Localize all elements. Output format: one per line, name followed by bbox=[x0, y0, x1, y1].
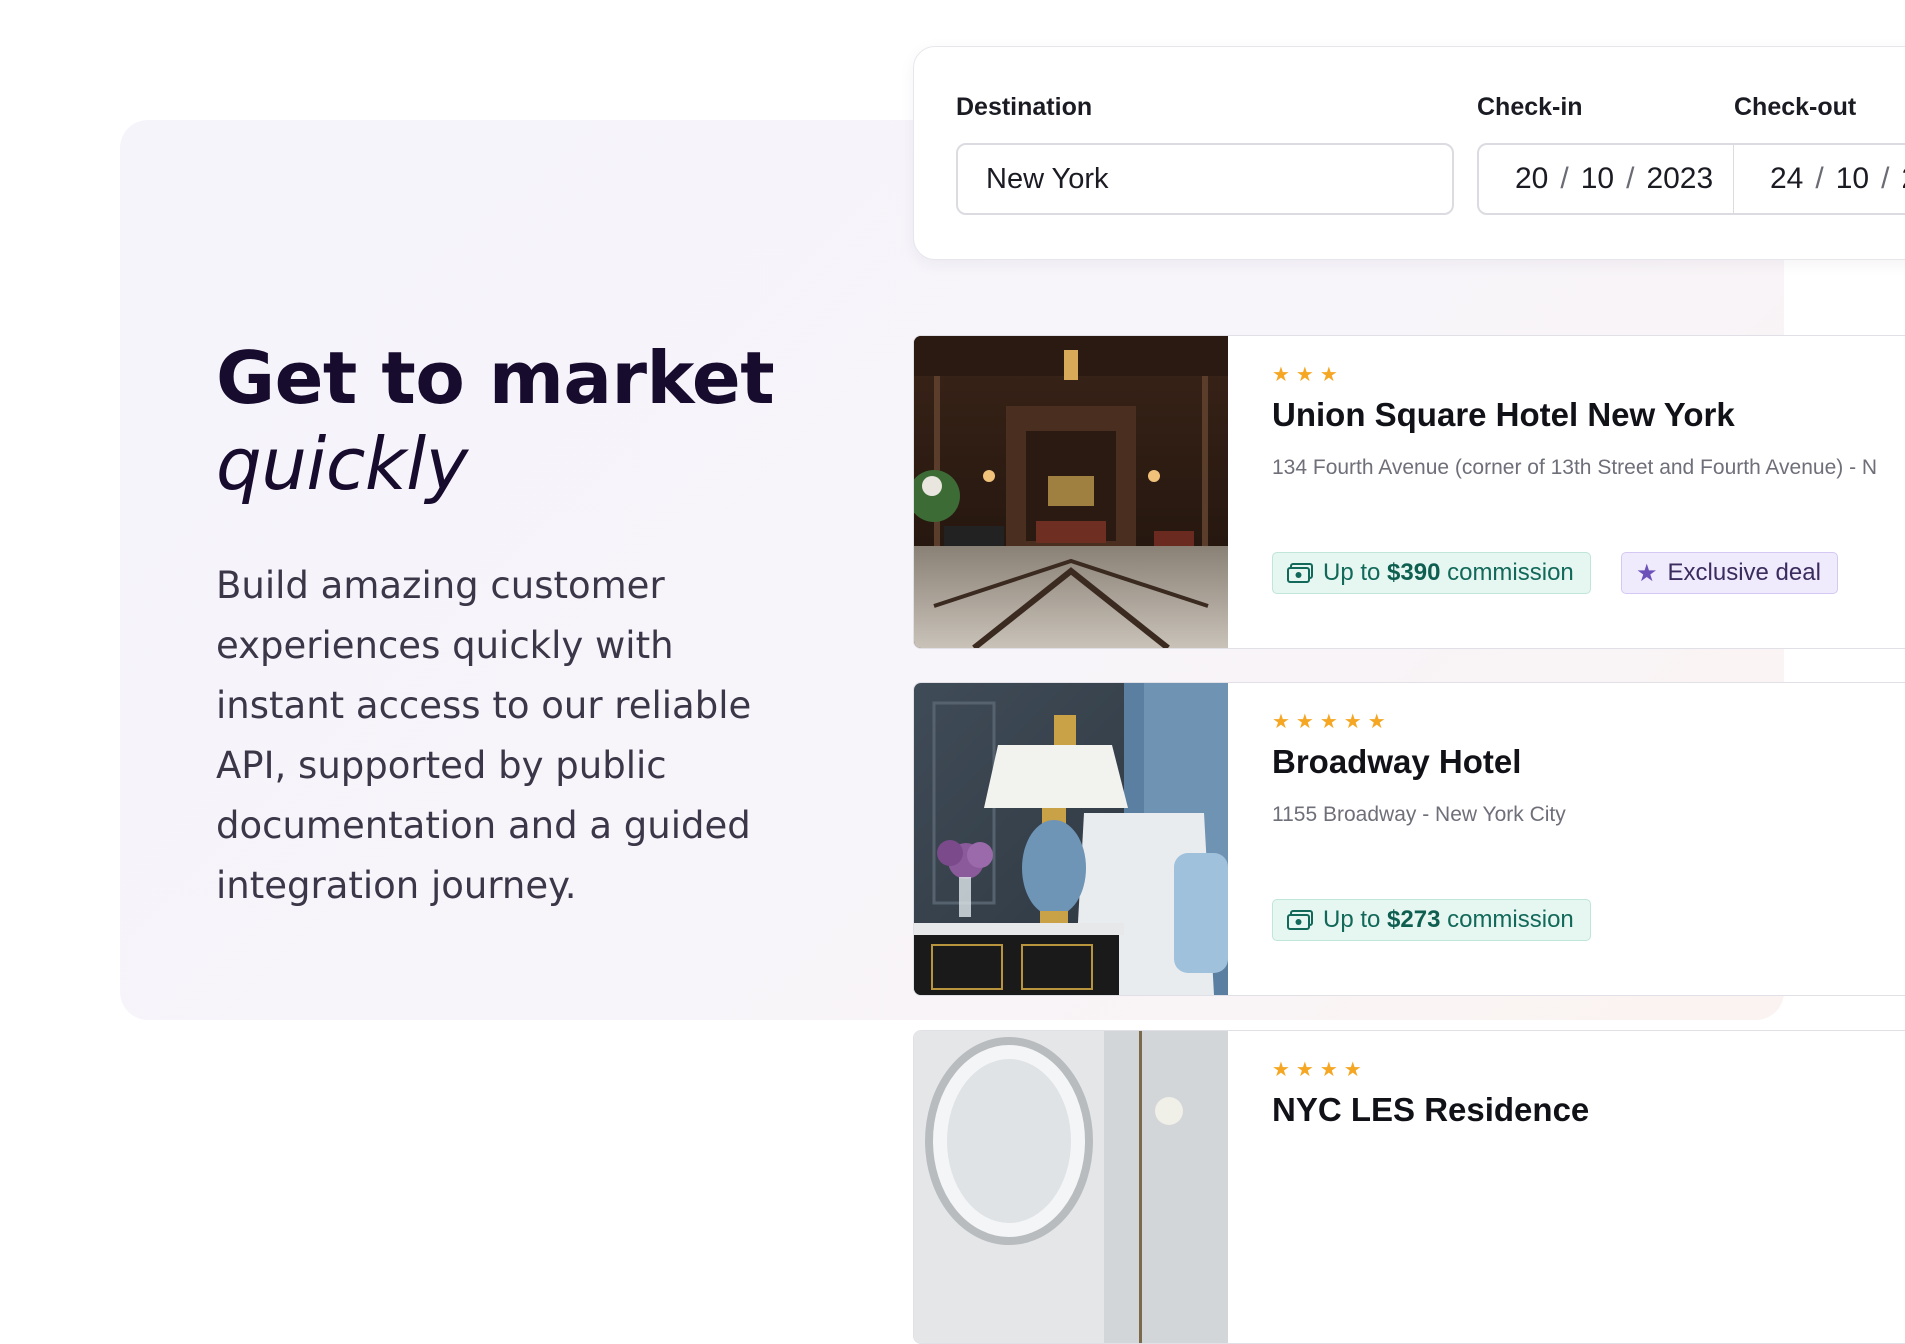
date-separator: / bbox=[1626, 162, 1635, 195]
hotel-info: ★★★★★ Broadway Hotel 1155 Broadway - New… bbox=[1228, 683, 1905, 995]
deal-label: Exclusive deal bbox=[1667, 559, 1821, 586]
destination-input[interactable] bbox=[956, 143, 1454, 215]
hotel-card[interactable]: ★★★★ NYC LES Residence bbox=[913, 1030, 1905, 1344]
hotel-name[interactable]: Union Square Hotel New York bbox=[1272, 396, 1735, 434]
hotel-info: ★★★★ NYC LES Residence bbox=[1228, 1031, 1905, 1343]
exclusive-deal-badge: ★ Exclusive deal bbox=[1621, 552, 1838, 594]
date-separator: / bbox=[1881, 162, 1890, 195]
checkin-month: 10 bbox=[1580, 162, 1615, 195]
headline-line-2: quickly bbox=[216, 422, 468, 506]
commission-amount: $390 bbox=[1387, 559, 1441, 586]
date-separator: / bbox=[1560, 162, 1569, 195]
hero-description: Build amazing customer experiences quick… bbox=[216, 564, 752, 907]
star-icon: ★ bbox=[1636, 559, 1658, 587]
commission-badge: Up to $390 commission bbox=[1272, 552, 1591, 594]
checkout-day: 24 bbox=[1770, 162, 1804, 195]
headline-line-1: Get to market bbox=[216, 336, 775, 420]
search-card: Destination Check-in 20 / 10 / 2023 Chec… bbox=[913, 46, 1905, 260]
commission-suffix: commission bbox=[1440, 559, 1574, 586]
commission-prefix: Up to bbox=[1323, 906, 1388, 933]
hotel-photo-lobby bbox=[914, 336, 1228, 648]
hotel-address: 134 Fourth Avenue (corner of 13th Street… bbox=[1272, 456, 1878, 479]
checkin-date-input[interactable]: 20 / 10 / 2023 bbox=[1477, 143, 1735, 215]
cash-icon bbox=[1287, 910, 1313, 930]
page-headline: Get to market quickly bbox=[216, 335, 775, 507]
cash-icon bbox=[1287, 563, 1313, 583]
star-rating: ★★★★ bbox=[1272, 1059, 1368, 1081]
hotel-card[interactable]: ★★★ Union Square Hotel New York 134 Four… bbox=[913, 335, 1905, 649]
checkout-date-input[interactable]: 24 / 10 / 2 bbox=[1734, 143, 1905, 215]
date-separator: / bbox=[1815, 162, 1824, 195]
commission-badge: Up to $273 commission bbox=[1272, 899, 1591, 941]
hotel-address: 1155 Broadway - New York City bbox=[1272, 803, 1566, 826]
checkout-year: 2 bbox=[1901, 162, 1905, 196]
checkin-year: 2023 bbox=[1646, 162, 1714, 195]
destination-label: Destination bbox=[956, 93, 1093, 121]
commission-prefix: Up to bbox=[1323, 559, 1388, 586]
checkout-label: Check-out bbox=[1734, 93, 1857, 121]
hotel-photo-bedroom bbox=[914, 683, 1228, 995]
star-rating: ★★★★★ bbox=[1272, 711, 1392, 733]
star-rating: ★★★ bbox=[1272, 364, 1344, 386]
checkin-label: Check-in bbox=[1477, 93, 1583, 121]
commission-amount: $273 bbox=[1387, 906, 1441, 933]
hotel-card[interactable]: ★★★★★ Broadway Hotel 1155 Broadway - New… bbox=[913, 682, 1905, 996]
hotel-name[interactable]: NYC LES Residence bbox=[1272, 1091, 1589, 1129]
hotel-name[interactable]: Broadway Hotel bbox=[1272, 743, 1521, 781]
checkin-day: 20 bbox=[1515, 162, 1549, 195]
hotel-photo-bathroom bbox=[914, 1031, 1228, 1343]
checkout-month: 10 bbox=[1835, 162, 1870, 195]
hotel-info: ★★★ Union Square Hotel New York 134 Four… bbox=[1228, 336, 1905, 648]
commission-suffix: commission bbox=[1440, 906, 1574, 933]
